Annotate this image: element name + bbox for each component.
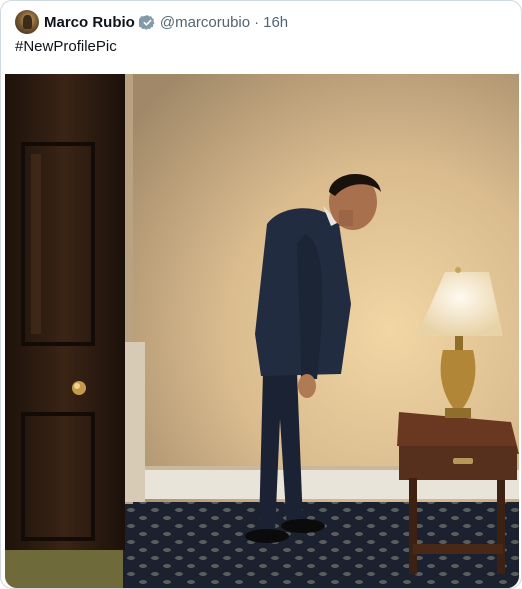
separator-dot: · <box>254 13 260 31</box>
author-handle[interactable]: @marcorubio <box>160 14 250 31</box>
verified-badge-icon[interactable] <box>138 14 156 31</box>
tweet-text[interactable]: #NewProfilePic <box>15 38 117 55</box>
tweet-photo[interactable] <box>5 74 519 588</box>
wall-corner <box>123 342 145 502</box>
floor-edge <box>5 550 123 588</box>
tweet-card[interactable]: Marco Rubio @marcorubio · 16h #NewProfil… <box>0 0 522 589</box>
tweet-header: Marco Rubio @marcorubio · 16h <box>15 10 288 34</box>
author-name[interactable]: Marco Rubio <box>44 14 135 31</box>
avatar[interactable] <box>15 10 39 34</box>
tweet-timestamp[interactable]: 16h <box>263 14 288 31</box>
